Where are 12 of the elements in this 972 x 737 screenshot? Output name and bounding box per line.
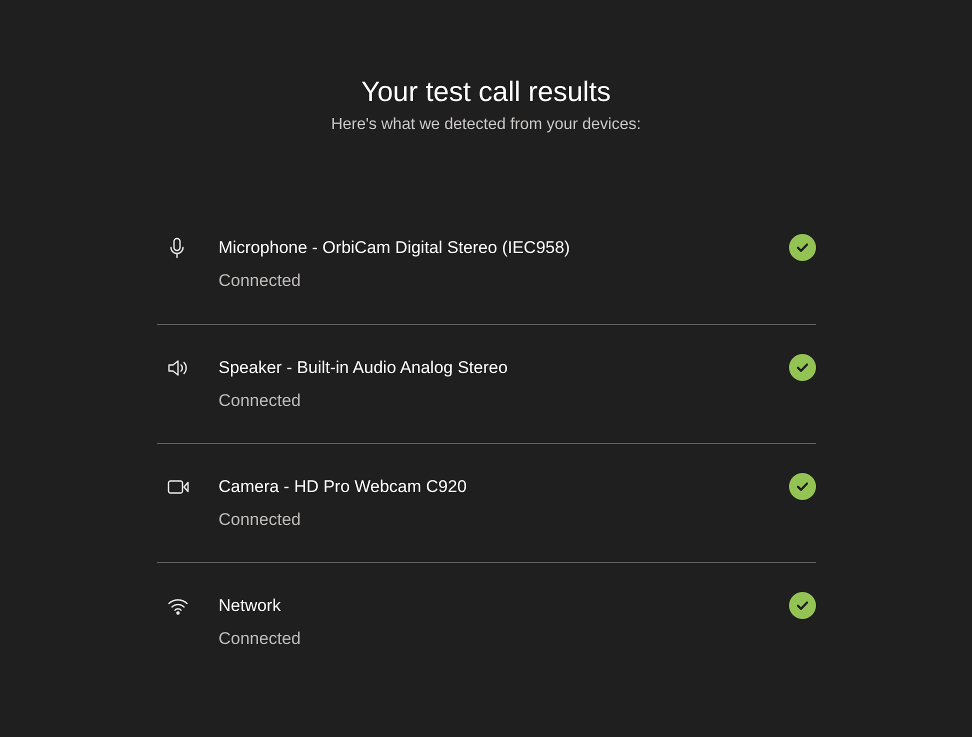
device-name: Microphone - OrbiCam Digital Stereo (IEC958) xyxy=(218,237,571,259)
results-title: Your test call results xyxy=(361,75,611,109)
device-status: Connected xyxy=(218,270,302,292)
device-name: Camera - HD Pro Webcam C920 xyxy=(218,476,468,498)
device-status: Connected xyxy=(218,628,302,650)
device-name: Network xyxy=(218,595,282,617)
video-camera-icon xyxy=(166,479,190,495)
device-status: Connected xyxy=(218,509,302,531)
results-subtitle: Here's what we detected from your devices: xyxy=(331,115,641,135)
wifi-icon xyxy=(166,597,188,615)
device-name: Speaker - Built-in Audio Analog Stereo xyxy=(218,357,509,379)
device-status: Connected xyxy=(218,390,302,412)
